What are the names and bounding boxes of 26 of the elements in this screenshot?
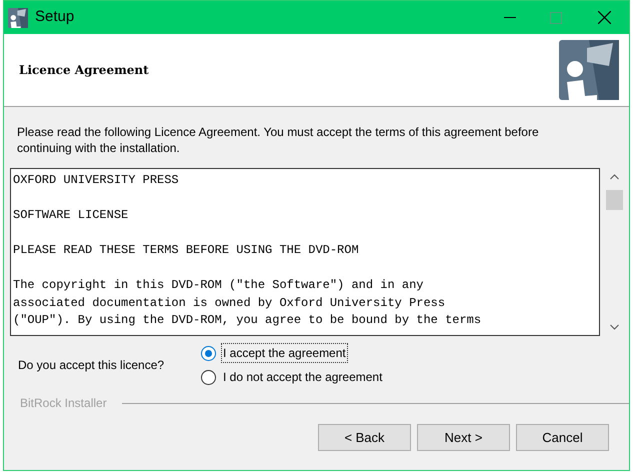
- close-icon: [598, 11, 610, 24]
- dialog-button[interactable]: Next >: [417, 424, 510, 451]
- maximize-icon: [550, 12, 562, 24]
- app-logo-icon: [8, 8, 28, 28]
- licence-line: associated documentation is owned by Oxford University Press: [13, 294, 446, 312]
- licence-line: PLEASE READ THESE TERMS BEFORE USING THE DVD-ROM: [13, 242, 360, 259]
- minimize-icon: [504, 16, 516, 18]
- question-label: Do you accept this licence?: [18, 357, 166, 374]
- dialog-button[interactable]: Cancel: [516, 424, 609, 451]
- dialog-button[interactable]: < Back: [318, 424, 411, 451]
- licence-line: ("OUP"). By using the DVD-ROM, you agree to be bound by the terms: [13, 312, 482, 329]
- scrollbar-thumb[interactable]: [606, 190, 623, 210]
- radio-icon: [201, 346, 216, 360]
- installer-label: BitRock Installer: [20, 395, 107, 412]
- licence-line: SOFTWARE LICENSE: [13, 207, 130, 224]
- installer-logo-icon: [559, 40, 619, 100]
- licence-line: The copyright in this DVD-ROM ("the Software") and in any: [13, 277, 424, 294]
- window-title: Setup: [35, 7, 74, 28]
- licence-line: OXFORD UNIVERSITY PRESS: [13, 172, 180, 189]
- scroll-up-icon: [610, 174, 619, 180]
- intro-text: Please read the following Licence Agreement. You must accept the terms of this agreement before continuing with the installation.: [17, 124, 540, 156]
- scroll-down-icon: [610, 324, 619, 330]
- radio-option[interactable]: I do not accept the agreement: [201, 368, 384, 386]
- radio-option[interactable]: I accept the agreement: [201, 344, 384, 362]
- radio-icon: [201, 370, 216, 384]
- page-title: Licence Agreement: [19, 62, 149, 79]
